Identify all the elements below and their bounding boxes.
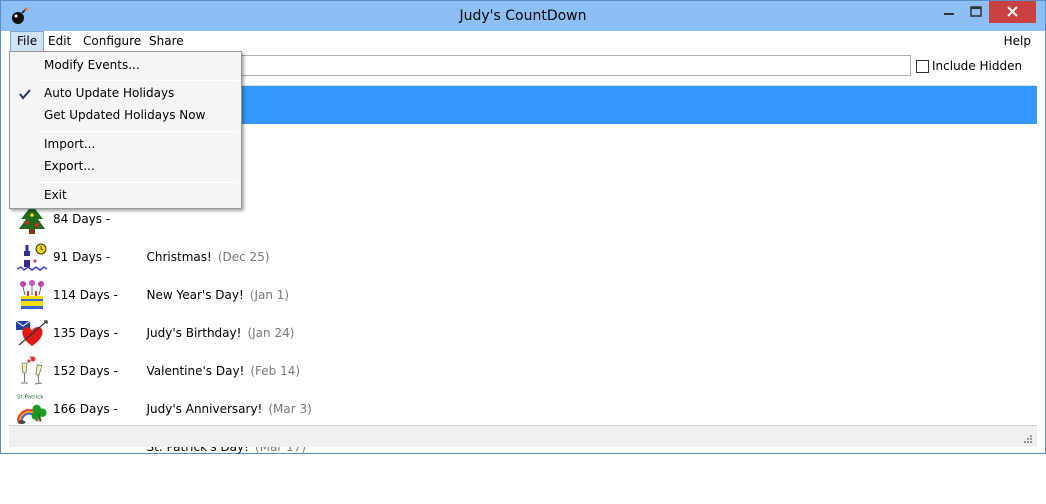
resize-grip-icon[interactable] — [1023, 434, 1033, 444]
event-row-valentine[interactable]: 135 Days - Valentine's Day! (Feb 14) — [9, 314, 1037, 378]
title-bar[interactable]: Judy's CountDown — [1, 1, 1045, 31]
event-row-birthday[interactable]: 114 Days - Judy's Birthday! (Jan 24) — [9, 276, 1037, 340]
champagne-glasses-icon — [21, 355, 43, 385]
menu-item-exit[interactable]: Exit — [10, 185, 241, 206]
menu-help[interactable]: Help — [998, 31, 1037, 52]
menu-separator — [40, 131, 239, 132]
include-hidden-toggle[interactable]: Include Hidden — [916, 58, 1022, 74]
minimize-button[interactable] — [935, 1, 963, 23]
menu-item-import[interactable]: Import... — [10, 134, 241, 155]
heart-arrow-icon — [15, 320, 48, 346]
menu-share[interactable]: Share — [143, 31, 190, 52]
days-remaining: 114 Days - — [53, 288, 122, 302]
champagne-clock-icon — [16, 243, 48, 271]
days-remaining: 166 Days - — [53, 402, 122, 416]
menu-item-modify-events[interactable]: Modify Events... — [10, 55, 241, 76]
include-hidden-checkbox[interactable] — [916, 59, 929, 73]
window-title: Judy's CountDown — [459, 8, 587, 24]
days-remaining: 135 Days - — [53, 326, 122, 340]
shamrock-rainbow-icon: St.Patrick — [17, 395, 47, 425]
event-row-anniversary[interactable]: 152 Days - Judy's Anniversary! (Mar 3) — [9, 352, 1037, 416]
menu-file[interactable]: File — [10, 31, 45, 52]
search-input[interactable] — [241, 55, 911, 76]
file-menu-dropdown: Modify Events... Auto Update Holidays Ge… — [9, 51, 242, 209]
include-hidden-label: Include Hidden — [932, 59, 1023, 73]
menu-item-label: Auto Update Holidays — [44, 86, 175, 100]
menu-bar: File Edit Configure Share Help — [1, 31, 1045, 52]
checkmark-icon — [19, 89, 31, 100]
app-window: Judy's CountDown File Edit Configure Sha… — [0, 0, 1046, 454]
menu-edit[interactable]: Edit — [42, 31, 77, 52]
event-text: St. Patrick's Day! (Mar 17) — [116, 390, 307, 504]
status-bar — [9, 425, 1037, 447]
days-remaining: 91 Days - — [53, 250, 114, 264]
menu-configure[interactable]: Configure — [77, 31, 147, 52]
event-row-new-year[interactable]: 91 Days - New Year's Day! (Jan 1) — [9, 238, 1037, 302]
birthday-cake-icon — [20, 280, 44, 309]
menu-item-get-updated-holidays[interactable]: Get Updated Holidays Now — [10, 105, 241, 126]
shamrock-icon-label: St.Patrick — [17, 395, 44, 401]
event-row-st-patrick[interactable]: St.Patrick 166 Days - St. Patrick's Day!… — [9, 390, 1037, 454]
menu-item-auto-update-holidays[interactable]: Auto Update Holidays — [10, 83, 241, 104]
maximize-button[interactable] — [963, 1, 989, 23]
days-remaining: 152 Days - — [53, 364, 122, 378]
menu-item-export[interactable]: Export... — [10, 156, 241, 177]
menu-separator — [40, 80, 239, 81]
close-button[interactable] — [989, 1, 1036, 23]
menu-separator — [40, 182, 239, 183]
